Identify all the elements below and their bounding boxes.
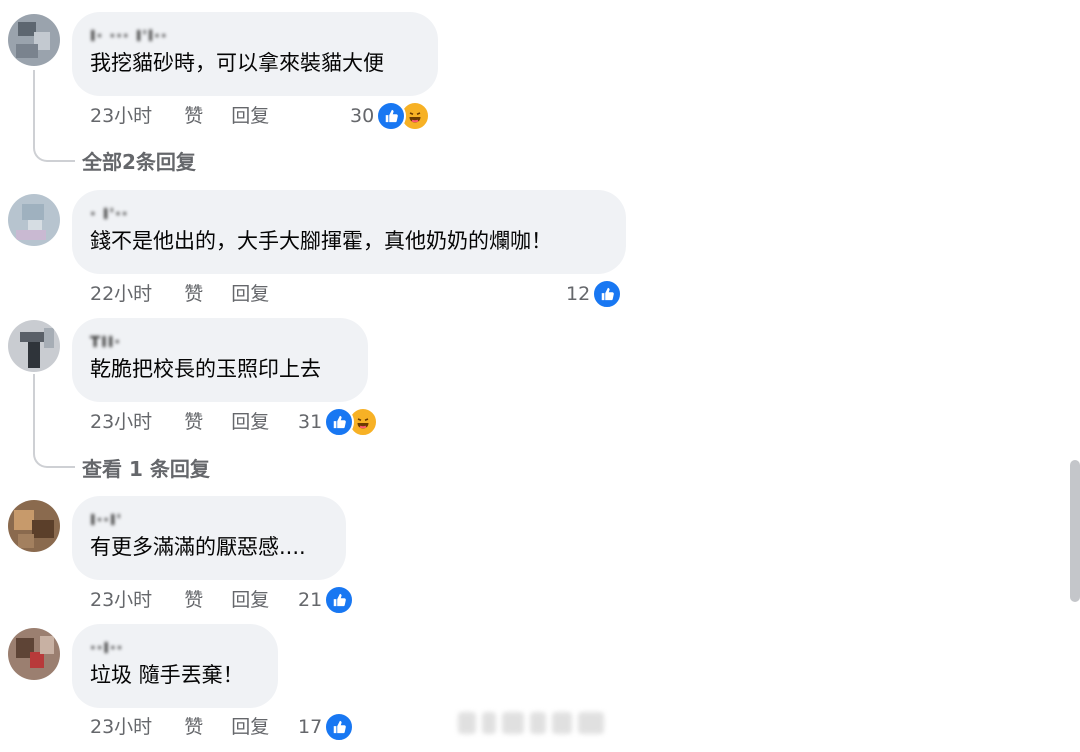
comment-text: 錢不是他出的，大手大腳揮霍，真他奶奶的爛咖！	[90, 229, 552, 253]
comment-actions: 23小时 赞 回复	[90, 712, 291, 742]
comment-author[interactable]: ··I··	[90, 638, 260, 658]
reaction-count: 17	[298, 716, 323, 738]
comment-bubble: I· ··· I'l·· 我挖貓砂時，可以拿來裝貓大便	[72, 12, 438, 96]
comment-author[interactable]: TII·	[90, 332, 350, 352]
comment-text: 垃圾 隨手丟棄！	[90, 663, 244, 687]
like-icon	[592, 279, 623, 309]
view-replies-link[interactable]: 查看 1 条回复	[82, 453, 210, 482]
like-button[interactable]: 赞	[184, 712, 203, 742]
like-icon	[376, 101, 407, 131]
watermark	[458, 708, 620, 738]
comment-actions: 22小时 赞 回复	[90, 279, 291, 309]
like-icon	[324, 712, 355, 742]
reply-button[interactable]: 回复	[231, 585, 269, 615]
like-button[interactable]: 赞	[184, 585, 203, 615]
reply-button[interactable]: 回复	[231, 101, 269, 131]
avatar[interactable]	[8, 500, 60, 552]
comment-time[interactable]: 22小时	[90, 279, 152, 309]
comment-bubble: ··I·· 垃圾 隨手丟棄！	[72, 624, 278, 708]
reaction-count: 30	[350, 105, 375, 127]
comment-time[interactable]: 23小时	[90, 101, 152, 131]
comment-text: 乾脆把校長的玉照印上去	[90, 357, 321, 381]
comment-time[interactable]: 23小时	[90, 407, 152, 437]
comment-bubble: I··I' 有更多滿滿的厭惡感....	[72, 496, 346, 580]
view-replies-link[interactable]: 全部2条回复	[82, 146, 196, 175]
comment-actions: 23小时 赞 回复	[90, 101, 291, 131]
thread-connector	[33, 70, 75, 162]
avatar[interactable]	[8, 194, 60, 246]
avatar[interactable]	[8, 14, 60, 66]
reaction-count: 21	[298, 589, 323, 611]
avatar[interactable]	[8, 320, 60, 372]
comment-text: 有更多滿滿的厭惡感....	[90, 535, 306, 559]
reaction-summary[interactable]: 12	[566, 279, 623, 309]
comment-text: 我挖貓砂時，可以拿來裝貓大便	[90, 51, 384, 75]
like-icon	[324, 585, 355, 615]
reply-button[interactable]: 回复	[231, 279, 269, 309]
comment-author[interactable]: I··I'	[90, 510, 328, 530]
like-button[interactable]: 赞	[184, 279, 203, 309]
like-icon	[324, 407, 355, 437]
comment-actions: 23小时 赞 回复	[90, 585, 291, 615]
reply-button[interactable]: 回复	[231, 407, 269, 437]
reaction-count: 31	[298, 411, 323, 433]
reaction-summary[interactable]: 31	[298, 407, 379, 437]
comment-author[interactable]: I· ··· I'l··	[90, 26, 420, 46]
reaction-count: 12	[566, 283, 591, 305]
thread-connector	[33, 374, 75, 468]
comment-bubble: · I'·· 錢不是他出的，大手大腳揮霍，真他奶奶的爛咖！	[72, 190, 626, 274]
comment-time[interactable]: 23小时	[90, 585, 152, 615]
reaction-summary[interactable]: 21	[298, 585, 355, 615]
comment-actions: 23小时 赞 回复	[90, 407, 291, 437]
comment-author[interactable]: · I'··	[90, 204, 608, 224]
comment-bubble: TII· 乾脆把校長的玉照印上去	[72, 318, 368, 402]
reply-button[interactable]: 回复	[231, 712, 269, 742]
reaction-summary[interactable]: 17	[298, 712, 355, 742]
scrollbar-thumb[interactable]	[1070, 460, 1080, 602]
reaction-summary[interactable]: 30	[350, 101, 431, 131]
like-button[interactable]: 赞	[184, 101, 203, 131]
avatar[interactable]	[8, 628, 60, 680]
comment-time[interactable]: 23小时	[90, 712, 152, 742]
like-button[interactable]: 赞	[184, 407, 203, 437]
